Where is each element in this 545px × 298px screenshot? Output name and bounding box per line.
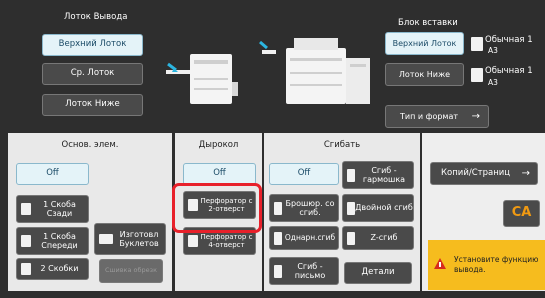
fold-single-button[interactable]: Однарн.сгиб bbox=[269, 226, 339, 250]
staple-off-button[interactable]: Off bbox=[16, 163, 89, 185]
insert-upper-tray-button[interactable]: Верхний Лоток bbox=[385, 32, 464, 55]
type-and-size-button[interactable]: Тип и формат → bbox=[385, 105, 489, 128]
letter-fold-icon bbox=[274, 264, 282, 278]
booklet-label: Изготовл Буклетов bbox=[119, 229, 159, 248]
warning-exclamation bbox=[439, 262, 441, 267]
insert-lower-paper-size: A3 bbox=[488, 78, 498, 87]
output-upper-tray-button[interactable]: Верхний Лоток bbox=[42, 34, 143, 56]
fold-accordion-label: Сгиб - гармошка bbox=[362, 165, 406, 184]
insert-upper-paper-type: Обычная 1 bbox=[485, 35, 533, 45]
booklet-icon bbox=[99, 234, 113, 244]
output-tray-title: Лоток Вывода bbox=[64, 12, 128, 22]
punch-four-hole-label: Перфоратор с 4-отверст bbox=[200, 232, 253, 249]
insert-upper-paper-size: A3 bbox=[488, 46, 498, 55]
staple-front-label: 1 Скоба Спереди bbox=[41, 231, 78, 250]
fold-header: Сгибать bbox=[323, 140, 361, 150]
output-middle-tray-button[interactable]: Ср. Лоток bbox=[42, 63, 143, 85]
insert-lower-paper-type: Обычная 1 bbox=[485, 66, 533, 76]
arrow-right-icon: → bbox=[521, 167, 530, 179]
fold-details-button[interactable]: Детали bbox=[344, 262, 412, 284]
copies-per-page-button[interactable]: Копий/Страниц → bbox=[430, 162, 538, 185]
fold-double-button[interactable]: Двойной сгиб bbox=[342, 194, 414, 222]
staple-front-icon bbox=[21, 235, 31, 247]
clear-all-button[interactable]: CA bbox=[503, 200, 540, 227]
output-lower-tray-button[interactable]: Лоток Ниже bbox=[42, 94, 143, 116]
printer-illustration-left bbox=[166, 48, 246, 108]
staple-back-button[interactable]: 1 Скоба Сзади bbox=[16, 195, 89, 223]
insert-lower-tray-button[interactable]: Лоток Ниже bbox=[385, 63, 464, 86]
staple-back-icon bbox=[21, 203, 31, 215]
punch-four-hole-icon bbox=[188, 235, 198, 247]
copies-per-page-label: Копий/Страниц bbox=[441, 167, 511, 178]
arrow-right-icon: → bbox=[471, 110, 480, 122]
punch-header: Дырокол bbox=[198, 140, 239, 150]
staple-two-button[interactable]: 2 Скобки bbox=[16, 258, 89, 280]
fold-single-label: Однарн.сгиб bbox=[284, 232, 336, 242]
basic-header: Основ. элем. bbox=[61, 140, 119, 150]
single-fold-icon bbox=[274, 231, 282, 245]
saddle-fold-icon bbox=[274, 201, 282, 215]
trim-staple-button: Сшивка обрезк bbox=[99, 259, 163, 283]
accordion-fold-icon bbox=[347, 168, 355, 182]
staple-two-label: 2 Скобки bbox=[40, 264, 79, 274]
staple-front-button[interactable]: 1 Скоба Спереди bbox=[16, 227, 89, 255]
fold-off-button[interactable]: Off bbox=[269, 163, 339, 185]
fold-z-button[interactable]: Z-сгиб bbox=[342, 226, 414, 250]
double-fold-icon bbox=[347, 201, 355, 215]
warning-box: Установите функцию вывода. bbox=[428, 240, 545, 290]
staple-back-label: 1 Скоба Сзади bbox=[43, 199, 76, 218]
insert-unit-title: Блок вставки bbox=[398, 18, 458, 28]
z-fold-icon bbox=[347, 231, 355, 245]
paper-icon bbox=[471, 68, 483, 82]
paper-icon bbox=[471, 37, 483, 51]
punch-off-button[interactable]: Off bbox=[183, 163, 256, 185]
fold-accordion-button[interactable]: Сгиб - гармошка bbox=[342, 161, 414, 189]
fold-saddle-button[interactable]: Брошюр. со сгиб. bbox=[269, 194, 339, 222]
booklet-button[interactable]: Изготовл Буклетов bbox=[94, 223, 166, 255]
warning-text: Установите функцию вывода. bbox=[454, 255, 539, 274]
printer-illustration-right bbox=[258, 28, 378, 110]
staple-two-icon bbox=[21, 263, 31, 275]
fold-z-label: Z-сгиб bbox=[370, 233, 398, 243]
highlight-frame bbox=[172, 183, 262, 233]
fold-letter-button[interactable]: Сгиб - письмо bbox=[269, 257, 339, 285]
fold-saddle-label: Брошюр. со сгиб. bbox=[285, 198, 335, 217]
type-and-size-label: Тип и формат bbox=[400, 111, 459, 121]
fold-double-label: Двойной сгиб bbox=[355, 203, 413, 213]
fold-letter-label: Сгиб - письмо bbox=[294, 261, 326, 280]
